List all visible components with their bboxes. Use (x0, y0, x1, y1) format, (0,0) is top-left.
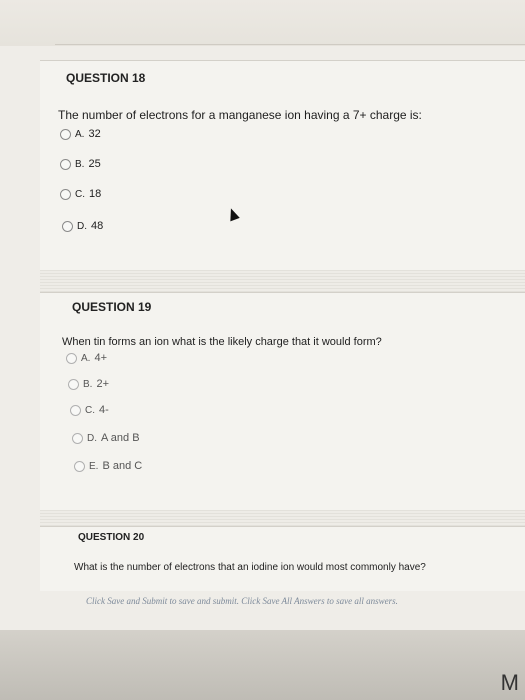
question-19-option-a[interactable]: A. 4+ (66, 352, 107, 364)
radio-button[interactable] (60, 158, 71, 170)
question-20-text: What is the number of electrons that an … (74, 562, 426, 573)
monitor-bezel (0, 630, 525, 700)
screen: QUESTION 18 The number of electrons for … (0, 0, 525, 630)
question-18-title: QUESTION 18 (66, 71, 146, 85)
option-letter: B. (75, 158, 85, 170)
option-letter: B. (83, 378, 93, 390)
option-label: 25 (88, 158, 101, 170)
radio-button[interactable] (66, 352, 77, 364)
option-letter: C. (75, 188, 85, 200)
save-instructions: Click Save and Submit to save and submit… (86, 596, 398, 606)
option-label: 18 (89, 188, 102, 200)
divider (55, 44, 525, 45)
option-letter: C. (85, 404, 95, 416)
option-label: 32 (88, 128, 101, 140)
option-letter: D. (77, 220, 87, 232)
radio-button[interactable] (60, 188, 71, 200)
radio-button[interactable] (74, 460, 85, 472)
radio-button[interactable] (62, 220, 73, 232)
question-18-option-b[interactable]: B. 25 (60, 158, 101, 170)
radio-button[interactable] (60, 128, 71, 140)
radio-button[interactable] (70, 404, 81, 416)
question-18-panel (40, 60, 525, 271)
question-19-title: QUESTION 19 (72, 300, 152, 314)
question-18-option-a[interactable]: A. 32 (60, 128, 101, 140)
question-20-title: QUESTION 20 (78, 532, 145, 543)
option-label: 4+ (94, 352, 107, 364)
question-18-option-c[interactable]: C. 18 (60, 188, 101, 200)
question-19-panel (40, 292, 525, 511)
browser-top-area (0, 0, 525, 46)
question-19-option-e[interactable]: E. B and C (74, 460, 142, 472)
question-19-option-c[interactable]: C. 4- (70, 404, 109, 416)
option-letter: E. (89, 460, 99, 472)
brand-letter: M (500, 670, 519, 695)
radio-button[interactable] (72, 432, 83, 444)
option-label: 48 (91, 220, 104, 232)
question-19-text: When tin forms an ion what is the likely… (62, 336, 382, 348)
radio-button[interactable] (68, 378, 79, 390)
option-letter: A. (75, 128, 85, 140)
option-label: 4- (99, 404, 109, 416)
option-label: 2+ (96, 378, 109, 390)
option-label: B and C (102, 460, 143, 472)
question-18-text: The number of electrons for a manganese … (58, 108, 422, 122)
option-label: A and B (101, 432, 140, 444)
question-18-option-d[interactable]: D. 48 (62, 220, 103, 232)
question-19-option-b[interactable]: B. 2+ (68, 378, 109, 390)
option-letter: A. (81, 352, 91, 364)
option-letter: D. (87, 432, 97, 444)
separator-stripe (40, 270, 525, 292)
separator-stripe (40, 510, 525, 526)
question-19-option-d[interactable]: D. A and B (72, 432, 140, 444)
